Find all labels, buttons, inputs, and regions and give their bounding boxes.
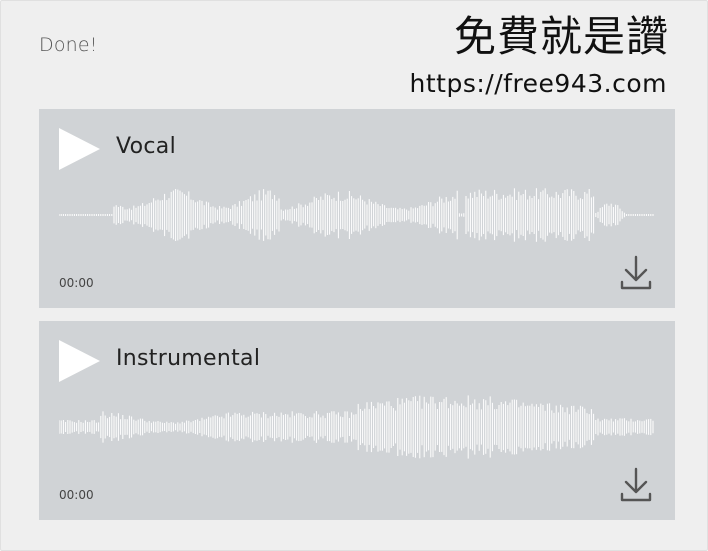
track-title: Vocal xyxy=(116,134,176,159)
track-title: Instrumental xyxy=(116,346,261,371)
waveform-instrumental[interactable] xyxy=(59,387,655,467)
brand-title: 免費就是讚 xyxy=(453,12,669,61)
download-icon[interactable] xyxy=(619,465,653,505)
track-time: 00:00 xyxy=(59,488,94,502)
waveform-vocal[interactable] xyxy=(59,175,655,255)
download-icon[interactable] xyxy=(619,253,653,293)
play-icon[interactable] xyxy=(59,128,100,170)
brand-url: https://free943.com xyxy=(409,69,667,98)
track-card-vocal: Vocal 00:00 xyxy=(39,109,675,308)
track-time: 00:00 xyxy=(59,276,94,290)
status-text: Done! xyxy=(39,34,98,56)
track-card-instrumental: Instrumental 00:00 xyxy=(39,321,675,520)
result-panel: Done! 免費就是讚 https://free943.com Vocal 00… xyxy=(0,0,708,551)
play-icon[interactable] xyxy=(59,340,100,382)
